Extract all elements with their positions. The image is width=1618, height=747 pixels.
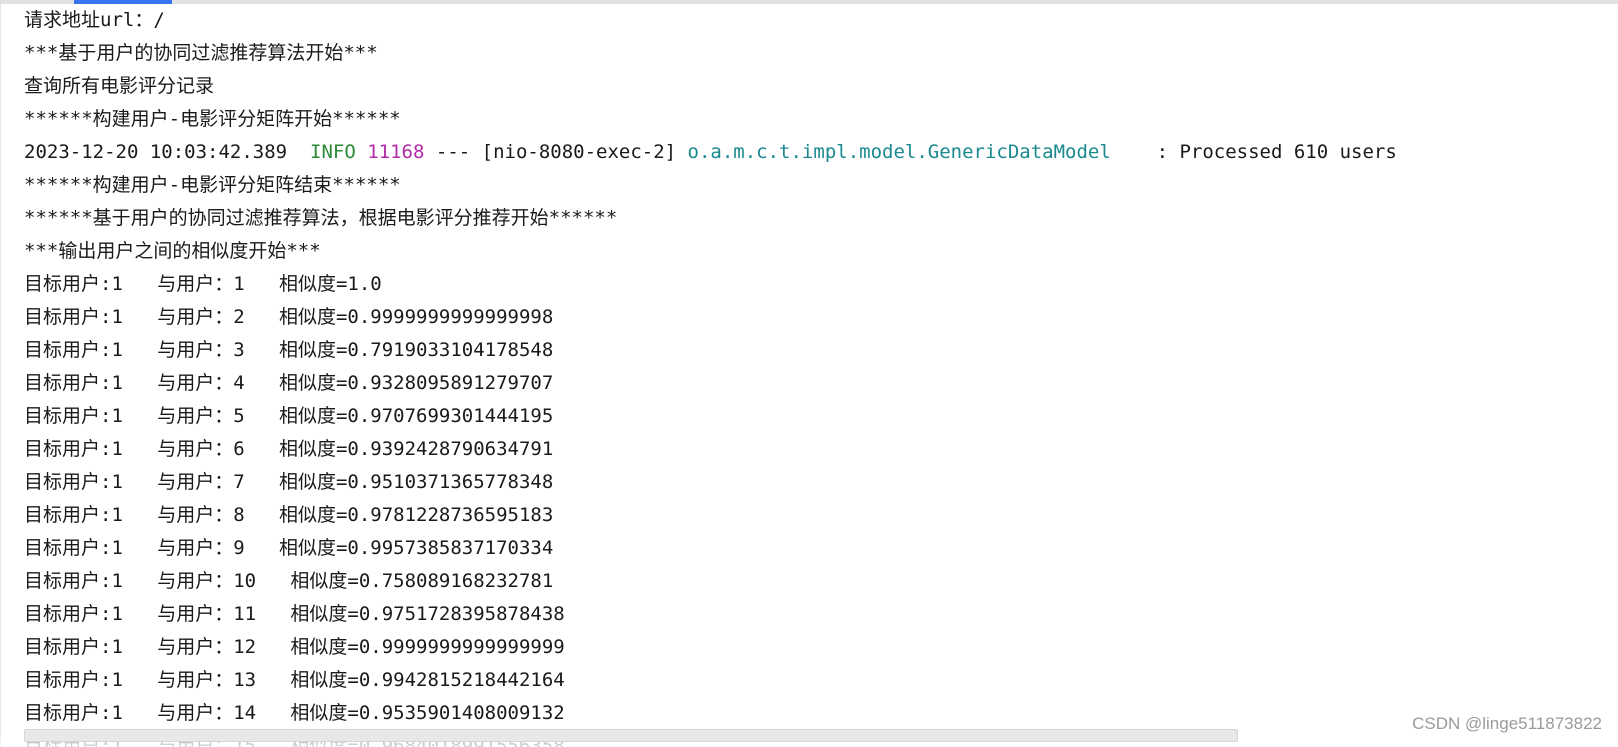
log-info-line: 2023-12-20 10:03:42.389 INFO 11168 --- [… — [24, 136, 1604, 169]
watermark-text: CSDN @linge511873822 — [1412, 714, 1602, 733]
console-line: ***基于用户的协同过滤推荐算法开始*** — [24, 42, 378, 64]
log-level: INFO — [310, 141, 356, 163]
similarity-line: 目标用户:1 与用户：11 相似度=0.9751728395878438 — [24, 603, 565, 625]
console-line: 请求地址url：/ — [24, 9, 165, 31]
similarity-line: 目标用户:1 与用户：8 相似度=0.9781228736595183 — [24, 504, 554, 526]
console-line: ***输出用户之间的相似度开始*** — [24, 240, 321, 262]
console-output[interactable]: 请求地址url：/ ***基于用户的协同过滤推荐算法开始*** 查询所有电影评分… — [24, 4, 1604, 747]
similarity-line: 目标用户:1 与用户：14 相似度=0.9535901408009132 — [24, 702, 565, 724]
console-line: ******构建用户-电影评分矩阵结束****** — [24, 174, 401, 196]
console-window: 请求地址url：/ ***基于用户的协同过滤推荐算法开始*** 查询所有电影评分… — [0, 0, 1618, 747]
log-timestamp: 2023-12-20 10:03:42.389 — [24, 141, 288, 163]
horizontal-scrollbar[interactable] — [24, 729, 1238, 742]
similarity-line: 目标用户:1 与用户：7 相似度=0.9510371365778348 — [24, 471, 554, 493]
similarity-line: 目标用户:1 与用户：1 相似度=1.0 — [24, 273, 382, 295]
console-line: ******构建用户-电影评分矩阵开始****** — [24, 108, 401, 130]
similarity-line: 目标用户:1 与用户：13 相似度=0.9942815218442164 — [24, 669, 565, 691]
log-pid: 11168 — [367, 141, 425, 163]
similarity-line: 目标用户:1 与用户：3 相似度=0.7919033104178548 — [24, 339, 554, 361]
similarity-line: 目标用户:1 与用户：9 相似度=0.9957385837170334 — [24, 537, 554, 559]
similarity-line: 目标用户:1 与用户：10 相似度=0.758089168232781 — [24, 570, 554, 592]
similarity-line: 目标用户:1 与用户：4 相似度=0.9328095891279707 — [24, 372, 554, 394]
console-line: ******基于用户的协同过滤推荐算法，根据电影评分推荐开始****** — [24, 207, 618, 229]
console-line: 查询所有电影评分记录 — [24, 75, 215, 97]
log-message: : Processed 610 users — [1156, 141, 1397, 163]
similarity-line: 目标用户:1 与用户：5 相似度=0.9707699301444195 — [24, 405, 554, 427]
log-thread: --- [nio-8080-exec-2] — [435, 141, 677, 163]
similarity-line: 目标用户:1 与用户：12 相似度=0.9999999999999999 — [24, 636, 565, 658]
similarity-line: 目标用户:1 与用户：6 相似度=0.9392428790634791 — [24, 438, 554, 460]
log-logger-link[interactable]: o.a.m.c.t.impl.model.GenericDataModel — [688, 141, 1111, 163]
left-gutter-border — [0, 4, 1, 747]
similarity-line: 目标用户:1 与用户：2 相似度=0.9999999999999998 — [24, 306, 554, 328]
